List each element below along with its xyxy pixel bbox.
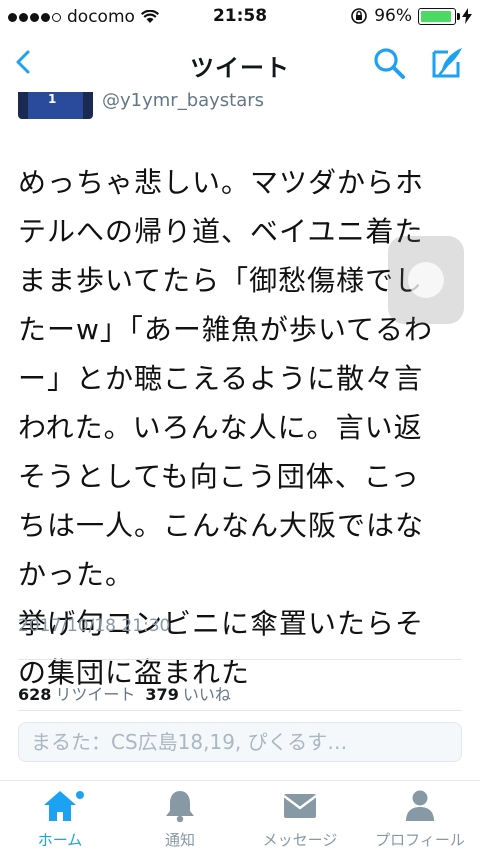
charging-bolt-icon — [462, 8, 472, 24]
tab-home[interactable]: ホーム — [0, 789, 120, 850]
envelope-icon — [283, 794, 317, 818]
status-bar: docomo 21:58 96% — [0, 0, 480, 34]
tweet-line: そうとしても向こう団体、こっ — [18, 460, 420, 493]
retweet-count[interactable]: 628 — [18, 685, 51, 704]
retweet-label[interactable]: リツイート — [55, 685, 135, 704]
tab-profile[interactable]: プロフィール — [360, 789, 480, 850]
tab-label: プロフィール — [375, 831, 465, 849]
like-label[interactable]: いいね — [183, 685, 231, 704]
tab-label: ホーム — [37, 831, 83, 849]
tweet-line: ー」とか聴こえるように散々言 — [18, 362, 424, 395]
bell-icon — [166, 791, 194, 823]
tweet-timestamp: 2017/10/18 21:30 — [18, 616, 171, 636]
tweet-author-header[interactable]: 1 @y1ymr_baystars — [0, 92, 480, 132]
tweet-line: ちは一人。こんなん大阪ではな — [18, 509, 425, 542]
compose-tweet-icon[interactable] — [428, 44, 464, 80]
battery-percent: 96% — [374, 6, 412, 26]
navigation-bar: ツイート — [0, 34, 480, 92]
tweet-line: われた。いろんな人に。言い返 — [18, 411, 423, 444]
tab-notifications[interactable]: 通知 — [120, 789, 240, 850]
divider — [18, 710, 462, 711]
battery-icon — [418, 7, 460, 25]
author-handle[interactable]: @y1ymr_baystars — [102, 92, 264, 111]
tweet-stats: 628 リツイート 379 いいね — [18, 681, 231, 705]
reply-input[interactable] — [19, 723, 463, 761]
page-title: ツイート — [190, 54, 290, 82]
tab-messages[interactable]: メッセージ — [240, 789, 360, 850]
tab-label: 通知 — [164, 831, 195, 849]
person-icon — [406, 790, 434, 821]
rotation-lock-icon — [351, 8, 368, 24]
avatar[interactable]: 1 — [18, 92, 93, 119]
new-content-dot — [76, 791, 84, 799]
search-icon[interactable] — [372, 46, 406, 80]
tab-label: メッセージ — [262, 831, 338, 849]
reply-box[interactable] — [18, 722, 463, 762]
tab-bar: ホーム 通知 メッセージ プロフィール — [0, 780, 480, 853]
tweet-line: めっちゃ悲しい。マツダからホ — [18, 166, 425, 199]
like-count[interactable]: 379 — [145, 685, 178, 704]
tweet-line: かった。 — [18, 558, 135, 591]
divider — [18, 659, 462, 660]
home-icon — [44, 791, 76, 821]
assistive-touch-button[interactable] — [388, 236, 464, 324]
